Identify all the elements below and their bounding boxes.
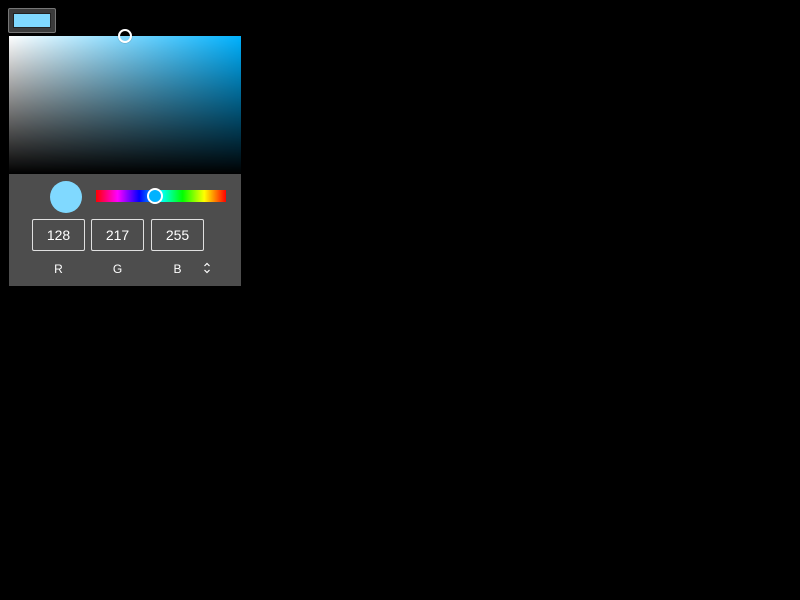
blue-label: B — [173, 262, 182, 276]
red-input[interactable] — [32, 219, 85, 251]
color-swatch-fill — [13, 13, 51, 28]
color-preview-circle — [50, 181, 82, 213]
hue-slider[interactable] — [96, 188, 226, 204]
color-swatch-button[interactable] — [8, 8, 56, 33]
up-down-chevron-icon[interactable] — [201, 260, 213, 276]
hue-slider-handle[interactable] — [146, 188, 163, 204]
color-picker-popup: R G B — [9, 29, 241, 286]
red-label: R — [54, 262, 63, 276]
green-input[interactable] — [91, 219, 144, 251]
saturation-value-handle[interactable] — [118, 29, 132, 43]
value-gradient — [9, 36, 241, 174]
saturation-value-area[interactable] — [9, 29, 241, 174]
blue-input[interactable] — [151, 219, 204, 251]
green-label: G — [112, 262, 123, 276]
